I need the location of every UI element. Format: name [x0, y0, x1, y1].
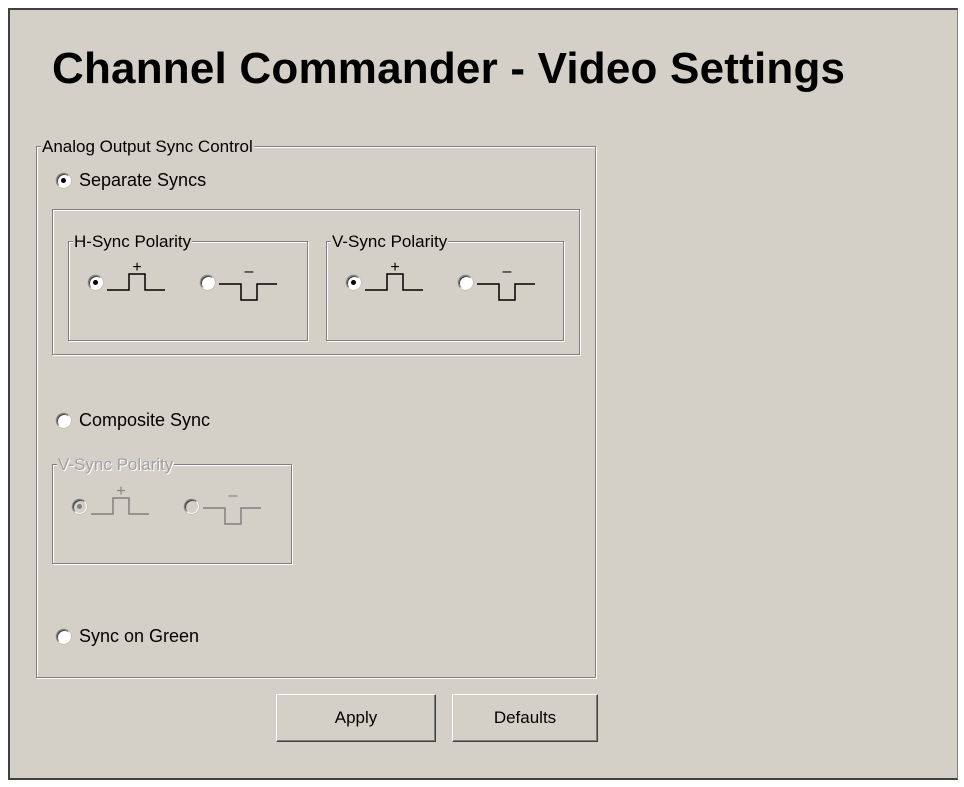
sync-on-green-option[interactable]: Sync on Green — [56, 626, 199, 647]
v-sync-positive-option[interactable]: + — [346, 259, 425, 302]
analog-output-sync-label: Analog Output Sync Control — [41, 137, 254, 157]
negative-pulse-icon: – — [477, 263, 535, 301]
h-sync-positive-option[interactable]: + — [88, 259, 167, 302]
sync-on-green-radio[interactable] — [56, 629, 71, 644]
h-sync-minus-sign: – — [245, 263, 254, 280]
composite-v-sync-positive-option[interactable]: + — [72, 483, 151, 526]
composite-v-sync-negative-radio[interactable] — [184, 498, 199, 514]
defaults-button[interactable]: Defaults — [452, 694, 598, 742]
sync-on-green-label: Sync on Green — [79, 626, 200, 646]
v-sync-negative-option[interactable]: – — [458, 262, 537, 302]
negative-pulse-icon: – — [219, 263, 277, 301]
composite-v-sync-plus-sign: + — [116, 483, 125, 500]
positive-pulse-icon: + — [365, 259, 423, 291]
page-title: Channel Commander - Video Settings — [52, 44, 846, 93]
v-sync-positive-radio[interactable] — [346, 274, 361, 290]
v-sync-minus-sign: – — [503, 263, 512, 280]
separate-syncs-label: Separate Syncs — [79, 170, 207, 190]
v-sync-polarity-label: V-Sync Polarity — [331, 232, 449, 252]
separate-syncs-radio[interactable] — [56, 173, 71, 188]
h-sync-positive-radio[interactable] — [88, 274, 103, 290]
h-sync-negative-radio[interactable] — [200, 274, 215, 290]
negative-pulse-icon: – — [203, 487, 261, 525]
apply-button[interactable]: Apply — [276, 694, 436, 742]
v-sync-negative-radio[interactable] — [458, 274, 473, 290]
composite-v-sync-positive-radio[interactable] — [72, 498, 87, 514]
composite-v-sync-polarity-label: V-Sync Polarity — [57, 455, 175, 475]
h-sync-plus-sign: + — [132, 259, 141, 276]
positive-pulse-icon: + — [91, 483, 149, 515]
positive-pulse-icon: + — [107, 259, 165, 291]
v-sync-plus-sign: + — [390, 259, 399, 276]
h-sync-negative-option[interactable]: – — [200, 262, 279, 302]
settings-panel: Channel Commander - Video Settings Analo… — [8, 8, 958, 780]
composite-sync-radio[interactable] — [56, 413, 71, 428]
composite-v-sync-negative-option[interactable]: – — [184, 486, 263, 526]
composite-v-sync-minus-sign: – — [229, 487, 238, 504]
separate-syncs-option[interactable]: Separate Syncs — [56, 170, 206, 191]
composite-sync-option[interactable]: Composite Sync — [56, 410, 210, 431]
h-sync-polarity-label: H-Sync Polarity — [73, 232, 193, 252]
composite-sync-label: Composite Sync — [79, 410, 211, 430]
